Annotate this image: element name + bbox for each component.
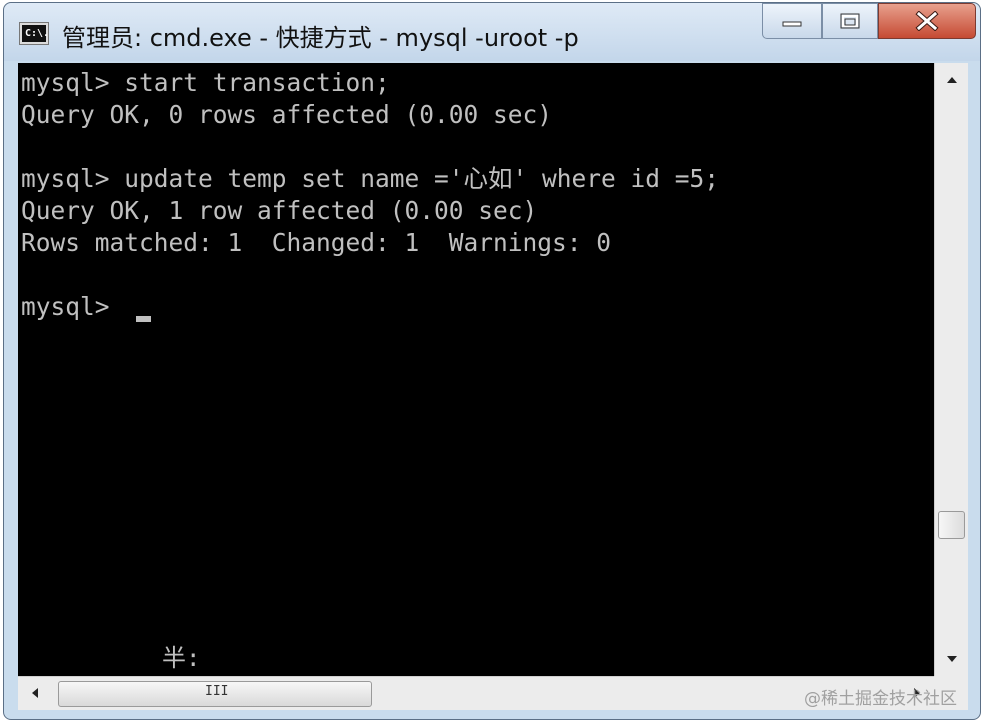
console-prompt: mysql> (21, 292, 125, 321)
maximize-button[interactable] (822, 3, 878, 39)
console-line: mysql> update temp set name ='心如' where … (21, 164, 720, 193)
title-bar[interactable]: C:\. 管理员: cmd.exe - 快捷方式 - mysql -uroot … (4, 3, 980, 61)
console-line: Query OK, 1 row affected (0.00 sec) (21, 196, 538, 225)
scroll-down-button[interactable] (935, 642, 968, 676)
arrow-down-icon (947, 656, 957, 662)
close-button[interactable] (878, 3, 976, 39)
console-line: Rows matched: 1 Changed: 1 Warnings: 0 (21, 228, 612, 257)
scroll-left-button[interactable] (18, 677, 52, 710)
arrow-up-icon (947, 77, 957, 83)
minimize-icon (782, 21, 802, 27)
console-line: mysql> start transaction; (21, 68, 390, 97)
horizontal-scrollbar[interactable]: III (18, 676, 934, 710)
scroll-up-button[interactable] (935, 63, 968, 97)
cmd-icon[interactable]: C:\. (20, 23, 49, 44)
console-window: C:\. 管理员: cmd.exe - 快捷方式 - mysql -uroot … (3, 2, 981, 720)
close-icon (915, 11, 939, 31)
watermark: @稀土掘金技术社区 (804, 689, 957, 709)
text-cursor (136, 316, 151, 322)
vertical-scrollbar[interactable] (934, 63, 968, 676)
vertical-scroll-thumb[interactable] (938, 511, 965, 539)
console-output[interactable]: mysql> start transaction; Query OK, 0 ro… (18, 63, 934, 676)
window-title: 管理员: cmd.exe - 快捷方式 - mysql -uroot -p (62, 24, 579, 52)
thumb-grip: III (205, 684, 229, 699)
maximize-icon (840, 13, 860, 29)
minimize-button[interactable] (762, 3, 822, 39)
horizontal-scroll-thumb[interactable]: III (58, 681, 372, 707)
ime-indicator: 半: (162, 644, 201, 672)
window-controls (762, 3, 978, 41)
console-line: Query OK, 0 rows affected (0.00 sec) (21, 100, 553, 129)
arrow-left-icon (32, 688, 38, 698)
